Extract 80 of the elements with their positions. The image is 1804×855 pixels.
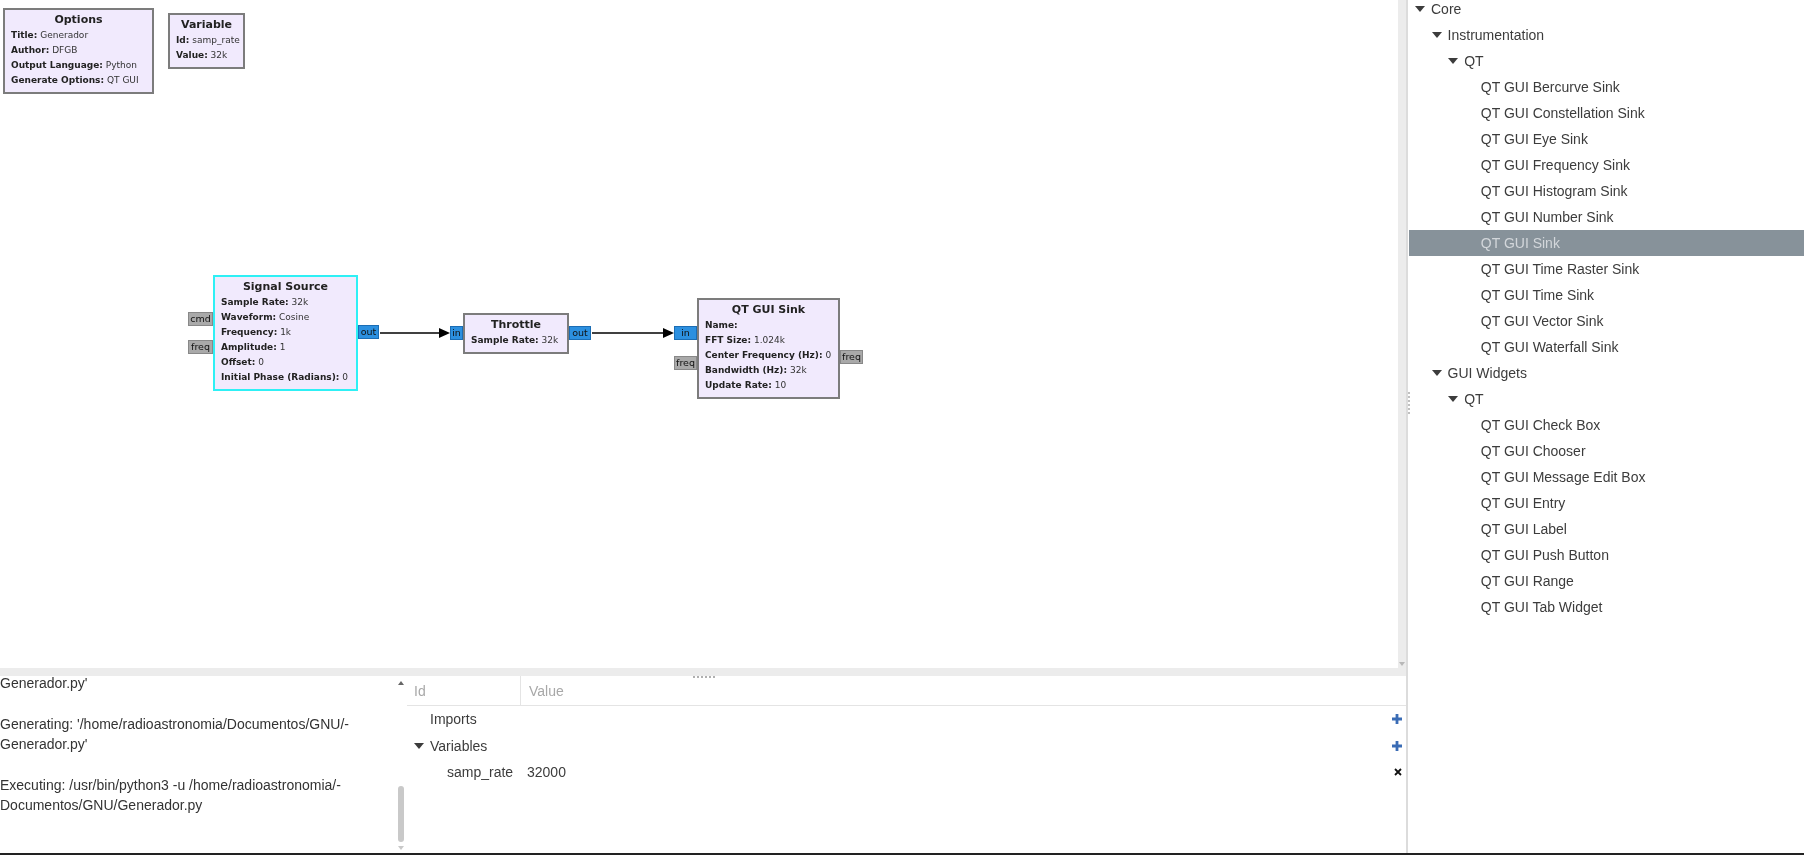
tree-item[interactable]: Instrumentation [1409,22,1804,48]
tree-item[interactable]: QT GUI Entry [1409,490,1804,516]
plus-icon[interactable] [1392,740,1402,751]
block-title: Throttle [489,317,543,333]
output-port[interactable]: out [569,326,591,340]
tree-item[interactable]: QT GUI Push Button [1409,542,1804,568]
flowgraph-block[interactable]: QT GUI Sink Name: FFT Size: 1.024k Center Frequency (Hz): 0 Bandwidth (Hz): 32k Update Rate: 10 [697,298,840,399]
block-param: Output Language: Python [11,59,137,72]
block-param: FFT Size: 1.024k [705,334,785,347]
block-param: Id: samp_rate [176,34,240,47]
block-param: Sample Rate: 32k [471,334,559,347]
tree-item[interactable]: QT GUI Frequency Sink [1409,152,1804,178]
tree-item[interactable]: QT GUI Vector Sink [1409,308,1804,334]
caret-icon[interactable] [414,742,424,749]
block-param: Bandwidth (Hz): 32k [705,364,807,377]
block-param: Center Frequency (Hz): 0 [705,349,832,362]
block-param: Title: Generador [11,29,89,42]
block-param: Value: 32k [176,49,228,62]
block-param: Initial Phase (Radians): 0 [221,371,348,384]
category-label[interactable]: Variables [430,737,488,754]
block-title: Signal Source [241,279,330,295]
caret-icon[interactable] [1431,32,1442,38]
scroll-arrow-icon[interactable] [398,681,404,685]
tree-item[interactable]: QT GUI Eye Sink [1409,126,1804,152]
block-param: Update Rate: 10 [705,379,787,392]
tree-item[interactable]: QT GUI Constellation Sink [1409,100,1804,126]
console-message: Generador.py' [0,674,88,693]
tree-item[interactable]: QT GUI Time Raster Sink [1409,256,1804,282]
category-label[interactable]: Imports [430,711,477,728]
flowgraph-block[interactable]: Options Title: Generador Author: DFGB Output Language: Python Generate Options: QT GUI [3,8,154,94]
scrollbar-thumb[interactable] [398,786,404,842]
tree-item[interactable]: QT GUI Message Edit Box [1409,464,1804,490]
tree-item[interactable]: QT GUI Label [1409,516,1804,542]
output-port[interactable]: freq [840,350,863,364]
block-param: Frequency: 1k [221,326,292,339]
cross-icon[interactable] [1394,768,1402,777]
plus-icon[interactable] [1392,714,1402,725]
tree-item[interactable]: QT GUI Waterfall Sink [1409,334,1804,360]
tree-item[interactable]: QT GUI Time Sink [1409,282,1804,308]
block-param: Author: DFGB [11,44,78,57]
block-title: Options [53,12,104,28]
tree-item[interactable]: QT GUI Number Sink [1409,204,1804,230]
block-param: Name: [705,319,738,332]
connection-arrow [380,327,450,339]
input-port[interactable]: freq [674,356,697,370]
tree-item[interactable]: GUI Widgets [1409,360,1804,386]
tree-item[interactable]: QT GUI Range [1409,568,1804,594]
tree-item[interactable]: QT [1409,386,1804,412]
tree-item[interactable]: QT GUI Chooser [1409,438,1804,464]
variable-value: 32000 [526,764,566,781]
tree-item[interactable]: QT [1409,48,1804,74]
flowgraph-block[interactable]: Throttle Sample Rate: 32k [463,313,569,354]
tree-item[interactable]: QT GUI Bercurve Sink [1409,74,1804,100]
caret-icon[interactable] [1448,396,1459,402]
block-param: Waveform: Cosine [221,311,310,324]
block-param: Offset: 0 [221,356,264,369]
output-port[interactable]: out [358,325,379,339]
console-message: Executing: /usr/bin/python3 -u /home/radioastronomia/- Documentos/GNU/Generador.py [0,775,341,815]
tree-item[interactable]: QT GUI Histogram Sink [1409,178,1804,204]
input-port[interactable]: in [674,326,697,340]
block-title: QT GUI Sink [730,302,807,318]
caret-icon[interactable] [1448,58,1459,64]
variable-id[interactable]: samp_rate [447,764,514,781]
caret-icon[interactable] [1415,6,1425,12]
flowgraph-block[interactable]: Signal Source Sample Rate: 32k Waveform: Cosine Frequency: 1k Amplitude: 1 Offset: 0 Initial Phase (Radians): 0 [213,275,358,391]
block-param: Amplitude: 1 [221,341,286,354]
caret-icon[interactable] [1431,370,1442,376]
tree-item[interactable]: QT GUI Tab Widget [1409,594,1804,620]
input-port[interactable]: in [450,326,463,340]
scrollbar[interactable] [1398,0,1406,668]
block-title: Variable [179,17,234,33]
flowgraph-block[interactable]: Variable Id: samp_rate Value: 32k [168,13,245,69]
input-port[interactable]: cmd [188,312,213,326]
tree-item[interactable]: Core [1409,0,1804,22]
block-param: Sample Rate: 32k [221,296,309,309]
block-param: Generate Options: QT GUI [11,74,139,87]
input-port[interactable]: freq [188,340,213,354]
tree-item[interactable]: QT GUI Check Box [1409,412,1804,438]
scrollbar[interactable] [0,668,1406,676]
console-message: Generating: '/home/radioastronomia/Documentos/GNU/- Generador.py' [0,714,349,754]
